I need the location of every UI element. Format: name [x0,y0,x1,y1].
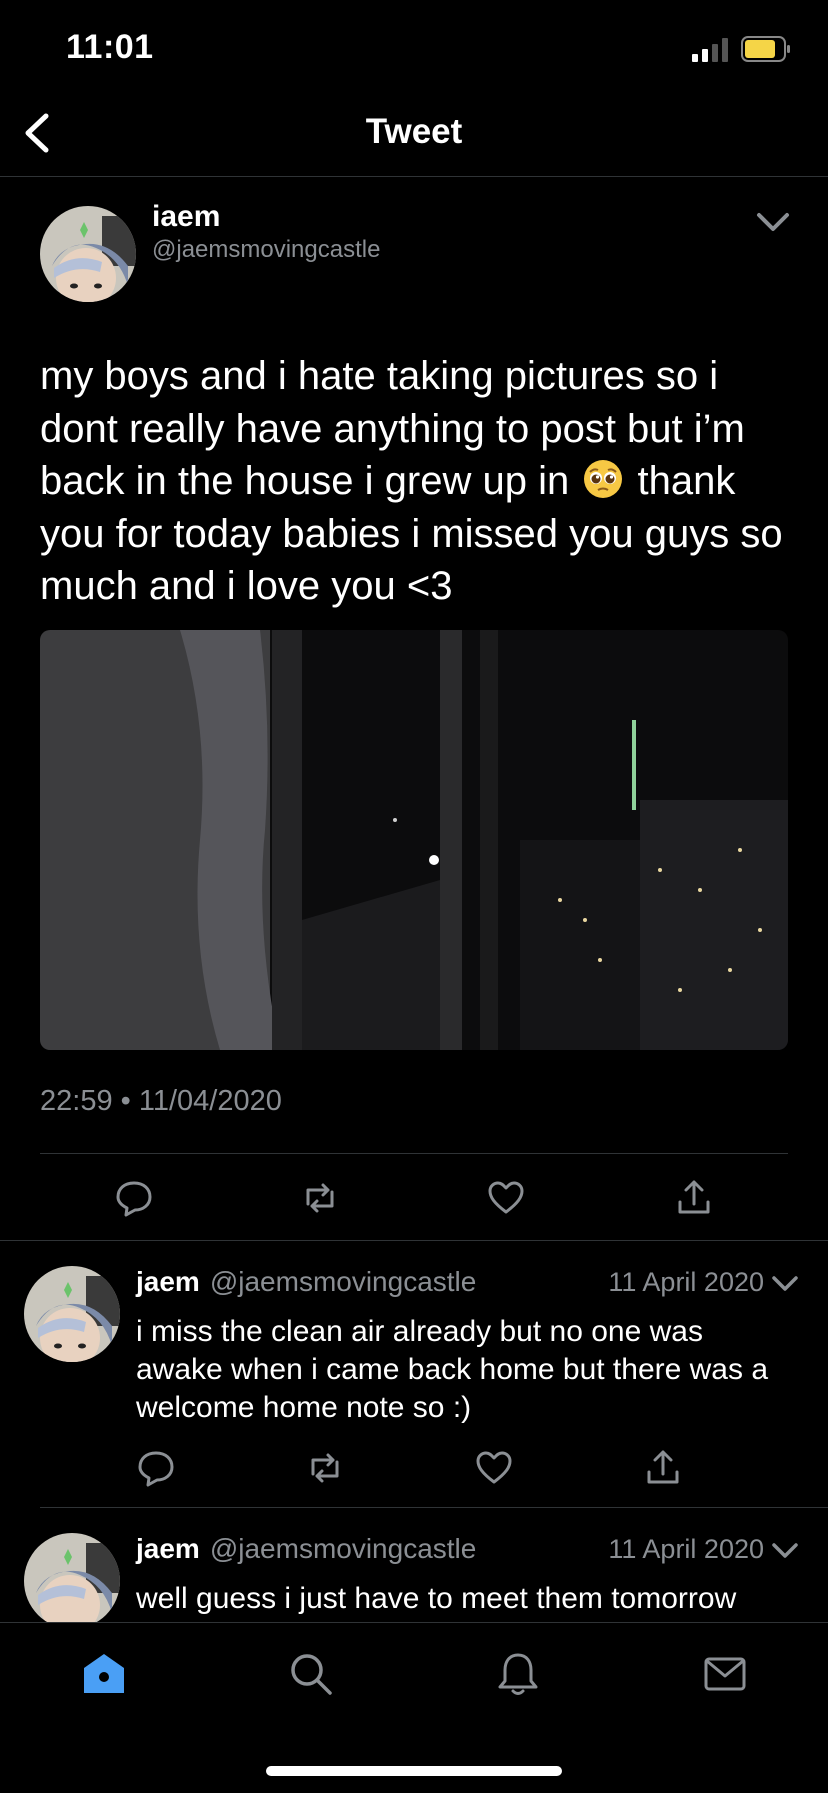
chevron-down-icon[interactable] [771,1274,799,1294]
author-name[interactable]: iaem [152,200,220,234]
tweet-timestamp: 22:59 • 11/04/2020 [40,1085,282,1117]
reply-icon[interactable] [114,1178,154,1218]
chevron-down-icon[interactable] [755,210,791,234]
home-icon[interactable] [81,1651,127,1697]
home-indicator[interactable] [266,1766,562,1776]
chevron-down-icon[interactable] [771,1541,799,1561]
reply-date: 11 April 2020 [608,1267,764,1297]
reply-author-name[interactable]: jaem [136,1533,200,1564]
battery-icon [741,36,790,62]
divider [40,1153,788,1154]
reply-avatar[interactable] [24,1266,120,1362]
pleading-face-emoji-icon [584,460,623,498]
messages-envelope-icon[interactable] [702,1651,748,1697]
status-time: 11:01 [66,28,154,66]
reply-date: 11 April 2020 [608,1534,764,1564]
like-heart-icon[interactable] [486,1178,526,1218]
reply-text: well guess i just have to meet them tomo… [136,1582,737,1615]
reply-avatar[interactable] [24,1533,120,1629]
search-icon[interactable] [288,1651,334,1697]
reply-icon[interactable] [136,1448,176,1488]
reply-author-handle[interactable]: @jaemsmovingcastle [210,1533,477,1564]
share-icon[interactable] [643,1448,683,1488]
cellular-signal-icon [692,38,728,62]
reply-author-handle[interactable]: @jaemsmovingcastle [210,1266,477,1297]
retweet-icon[interactable] [300,1178,340,1218]
reply-author-name[interactable]: jaem [136,1266,200,1297]
divider [0,1240,828,1241]
reply-text: i miss the clean air already but no one … [136,1315,769,1424]
tweet-actions [0,1172,828,1222]
like-heart-icon[interactable] [474,1448,514,1488]
page-title: Tweet [365,112,463,151]
tweet-photo[interactable] [40,630,788,1050]
reply-author[interactable]: jaem @jaemsmovingcastle [136,1533,476,1565]
divider [40,1507,828,1508]
share-icon[interactable] [674,1178,714,1218]
reply-author[interactable]: jaem @jaemsmovingcastle [136,1266,476,1298]
tweet-text: my boys and i hate taking pictures so i … [40,350,800,613]
author-avatar[interactable] [40,206,136,302]
notifications-bell-icon[interactable] [495,1651,541,1697]
author-handle[interactable]: @jaemsmovingcastle [152,236,380,264]
retweet-icon[interactable] [305,1448,345,1488]
